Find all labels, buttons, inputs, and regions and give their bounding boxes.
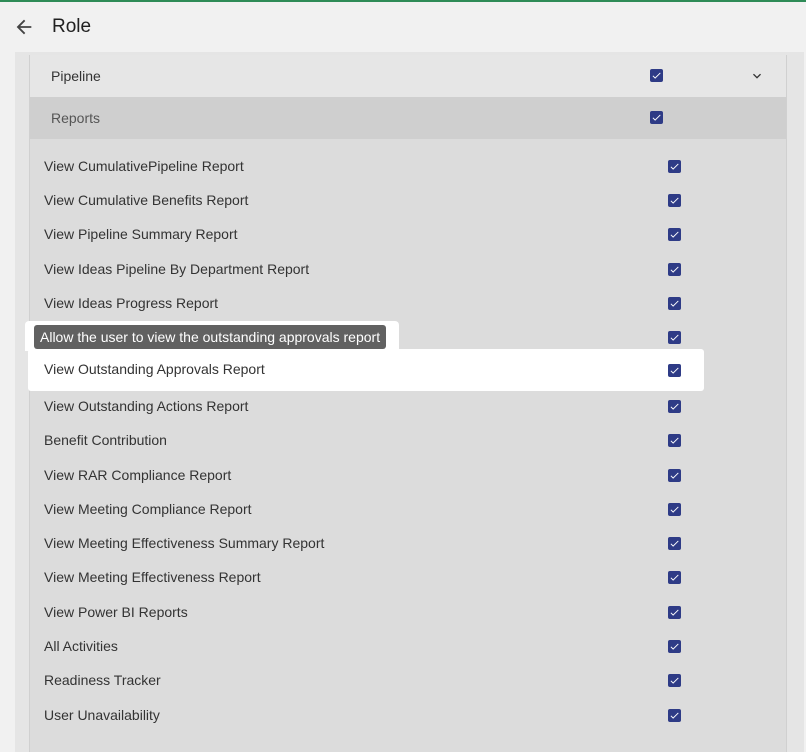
report-permission-label: View Power BI Reports (44, 604, 188, 620)
report-permission-row[interactable]: View Meeting Effectiveness Report (30, 560, 786, 594)
report-permission-row[interactable]: Benefit Contribution (30, 423, 786, 457)
section-reports-label: Reports (51, 110, 101, 126)
tooltip: Allow the user to view the outstanding a… (34, 325, 387, 349)
report-permission-checkbox[interactable] (668, 640, 681, 653)
report-permission-label: View Meeting Compliance Report (44, 501, 252, 517)
report-permission-row[interactable]: View Meeting Compliance Report (30, 492, 786, 526)
report-permission-row[interactable]: View CumulativePipeline Report (30, 149, 786, 183)
report-permission-checkbox[interactable] (668, 263, 681, 276)
report-permission-row[interactable]: View Outstanding Actions Report (30, 389, 786, 423)
report-permission-checkbox[interactable] (668, 331, 681, 344)
report-permission-checkbox[interactable] (668, 674, 681, 687)
section-pipeline[interactable]: Pipeline (30, 55, 786, 98)
report-permission-row[interactable]: View Power BI Reports (30, 595, 786, 629)
section-pipeline-label: Pipeline (51, 68, 101, 84)
app-header: Role (0, 2, 806, 52)
report-permission-row[interactable]: Readiness Tracker (30, 663, 786, 697)
report-permission-checkbox[interactable] (668, 228, 681, 241)
report-permission-label: View Outstanding Actions Report (44, 398, 249, 414)
chevron-down-icon[interactable] (749, 68, 765, 84)
report-permission-checkbox[interactable] (668, 709, 681, 722)
tooltip-backdrop: Allow the user to view the outstanding a… (25, 321, 399, 351)
report-permission-label: View RAR Compliance Report (44, 467, 232, 483)
report-permission-label: All Activities (44, 638, 118, 654)
report-permission-checkbox[interactable] (668, 469, 681, 482)
report-permission-row[interactable]: View Outstanding Approvals Report (28, 349, 704, 391)
report-permission-checkbox[interactable] (668, 434, 681, 447)
report-permission-label: Benefit Contribution (44, 432, 167, 448)
section-reports-checkbox[interactable] (650, 111, 663, 124)
report-permission-checkbox[interactable] (668, 297, 681, 310)
report-permission-checkbox[interactable] (668, 160, 681, 173)
page-title: Role (52, 16, 92, 37)
report-permission-row[interactable]: User Unavailability (30, 698, 786, 732)
report-permission-row[interactable]: View Pipeline Summary Report (30, 217, 786, 251)
report-permission-checkbox[interactable] (668, 400, 681, 413)
report-permission-label: View Outstanding Approvals Report (44, 361, 265, 377)
role-permissions-panel: Pipeline Reports View CumulativePipeline… (15, 52, 804, 752)
report-permission-row[interactable]: View Cumulative Benefits Report (30, 183, 786, 217)
report-permission-checkbox[interactable] (668, 194, 681, 207)
arrow-left-icon[interactable] (13, 16, 35, 38)
permissions-list: Pipeline Reports View CumulativePipeline… (28, 55, 787, 752)
report-permission-checkbox[interactable] (668, 364, 681, 377)
report-permission-checkbox[interactable] (668, 503, 681, 516)
report-permission-row[interactable]: View Meeting Effectiveness Summary Repor… (30, 526, 786, 560)
report-permission-label: View Meeting Effectiveness Summary Repor… (44, 535, 325, 551)
report-permission-label: Readiness Tracker (44, 672, 161, 688)
section-pipeline-checkbox[interactable] (650, 69, 663, 82)
report-permission-label: View Meeting Effectiveness Report (44, 569, 261, 585)
report-permission-row[interactable]: View RAR Compliance Report (30, 458, 786, 492)
report-permission-label: View Pipeline Summary Report (44, 226, 238, 242)
report-permission-label: View Ideas Pipeline By Department Report (44, 261, 310, 277)
report-permission-label: View CumulativePipeline Report (44, 158, 244, 174)
report-permission-checkbox[interactable] (668, 606, 681, 619)
report-permission-label: View Ideas Progress Report (44, 295, 219, 311)
report-permission-label: User Unavailability (44, 707, 160, 723)
report-permission-row[interactable]: View Ideas Progress Report (30, 286, 786, 320)
report-permission-label: View Cumulative Benefits Report (44, 192, 249, 208)
report-permission-row[interactable]: All Activities (30, 629, 786, 663)
section-reports[interactable]: Reports (30, 97, 786, 139)
report-permission-row[interactable]: View Ideas Pipeline By Department Report (30, 252, 786, 286)
report-permission-checkbox[interactable] (668, 571, 681, 584)
report-permission-checkbox[interactable] (668, 537, 681, 550)
